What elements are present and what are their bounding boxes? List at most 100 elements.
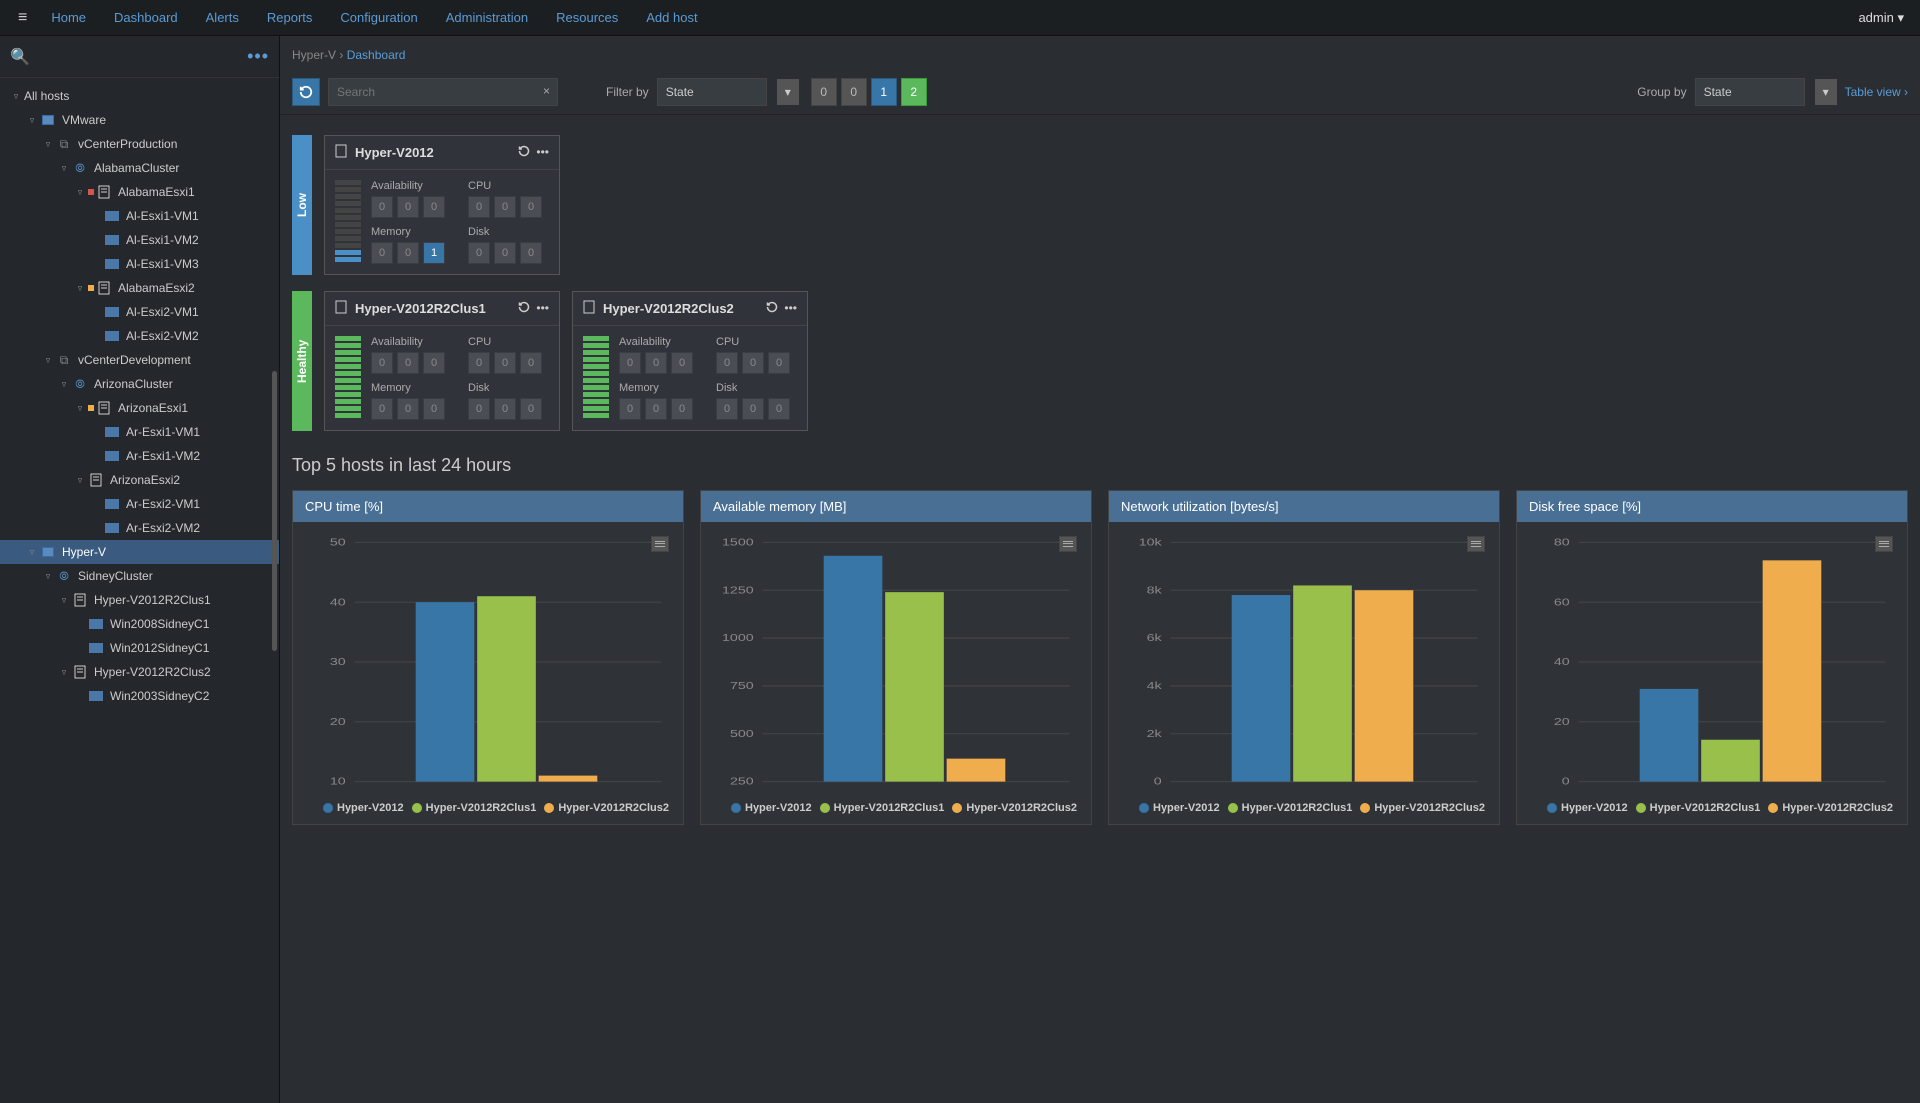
svg-text:4k: 4k (1147, 680, 1163, 692)
card-more-icon[interactable]: ••• (784, 301, 797, 316)
charts-section: Top 5 hosts in last 24 hours CPU time [%… (280, 455, 1920, 825)
mini-bars (335, 180, 361, 264)
nav-home[interactable]: Home (37, 0, 100, 36)
filter-count-badge[interactable]: 0 (841, 78, 867, 106)
svg-text:8k: 8k (1147, 584, 1163, 596)
card-refresh-icon[interactable] (518, 301, 530, 316)
metrics-grid: Availability000CPU000Memory001Disk000 (371, 180, 549, 264)
breadcrumb-leaf[interactable]: Dashboard (347, 48, 406, 62)
nav-administration[interactable]: Administration (432, 0, 542, 36)
nav-alerts[interactable]: Alerts (192, 0, 253, 36)
nav-configuration[interactable]: Configuration (326, 0, 431, 36)
svg-text:60: 60 (1554, 596, 1570, 608)
tree-item-hyper-v2012r2clus1[interactable]: ▿Hyper-V2012R2Clus1 (0, 588, 279, 612)
host-card[interactable]: Hyper-V2012R2Clus1•••Availability000CPU0… (324, 291, 560, 431)
search-input-wrap: × (328, 78, 558, 106)
top-bar: ≡ HomeDashboardAlertsReportsConfiguratio… (0, 0, 1920, 36)
breadcrumb-root[interactable]: Hyper-V (292, 48, 336, 62)
search-input[interactable] (328, 78, 558, 106)
chart-panel: Network utilization [bytes/s]02k4k6k8k10… (1108, 490, 1500, 825)
filter-count-badge[interactable]: 0 (811, 78, 837, 106)
host-card-name: Hyper-V2012 (355, 145, 434, 160)
tree-item-arizonaesxi1[interactable]: ▿ArizonaEsxi1 (0, 396, 279, 420)
charts-row: CPU time [%]1020304050Hyper-V2012Hyper-V… (292, 490, 1908, 825)
host-card[interactable]: Hyper-V2012R2Clus2•••Availability000CPU0… (572, 291, 808, 431)
clear-search-icon[interactable]: × (543, 84, 550, 98)
tree-item-ar-esxi1-vm1[interactable]: Ar-Esxi1-VM1 (0, 420, 279, 444)
filter-by-label: Filter by (606, 85, 649, 99)
chart-title: CPU time [%] (293, 491, 683, 522)
tree-item-win2003sidneyc2[interactable]: Win2003SidneyC2 (0, 684, 279, 708)
legend-item: Hyper-V2012R2Clus1 (820, 802, 945, 814)
refresh-button[interactable] (292, 78, 320, 106)
svg-text:500: 500 (730, 728, 754, 740)
tree-item-win2008sidneyc1[interactable]: Win2008SidneyC1 (0, 612, 279, 636)
host-icon (583, 300, 595, 317)
svg-text:1500: 1500 (722, 536, 754, 548)
svg-text:50: 50 (330, 536, 346, 548)
tree-item-win2012sidneyc1[interactable]: Win2012SidneyC1 (0, 636, 279, 660)
svg-text:6k: 6k (1147, 632, 1163, 644)
table-view-link[interactable]: Table view › (1845, 85, 1908, 99)
chart-title: Network utilization [bytes/s] (1109, 491, 1499, 522)
nav-dashboard[interactable]: Dashboard (100, 0, 192, 36)
tree-item-al-esxi1-vm3[interactable]: Al-Esxi1-VM3 (0, 252, 279, 276)
legend-item: Hyper-V2012R2Clus1 (1636, 802, 1761, 814)
tree-item-vmware[interactable]: ▿VMware (0, 108, 279, 132)
card-more-icon[interactable]: ••• (536, 301, 549, 316)
nav-add-host[interactable]: Add host (632, 0, 711, 36)
card-refresh-icon[interactable] (766, 301, 778, 316)
chart-plot: 020406080 (1527, 532, 1897, 792)
tree-root[interactable]: ▿All hosts (0, 84, 279, 108)
tree-item-al-esxi2-vm2[interactable]: Al-Esxi2-VM2 (0, 324, 279, 348)
menu-icon[interactable]: ≡ (8, 9, 37, 27)
svg-text:1250: 1250 (722, 584, 754, 596)
filter-select[interactable]: State (657, 78, 767, 106)
tree-item-ar-esxi2-vm1[interactable]: Ar-Esxi2-VM1 (0, 492, 279, 516)
user-menu[interactable]: admin ▾ (1858, 10, 1912, 26)
tree-item-vcenterproduction[interactable]: ▿⧉vCenterProduction (0, 132, 279, 156)
filter-count-badge[interactable]: 1 (871, 78, 897, 106)
tree-item-arizonaesxi2[interactable]: ▿ArizonaEsxi2 (0, 468, 279, 492)
host-card[interactable]: Hyper-V2012 ••• Availability000CPU000Memor… (324, 135, 560, 275)
tree-item-sidneycluster[interactable]: ▿⦾SidneyCluster (0, 564, 279, 588)
svg-text:30: 30 (330, 656, 346, 668)
tree-item-arizonacluster[interactable]: ▿⦾ArizonaCluster (0, 372, 279, 396)
nav-resources[interactable]: Resources (542, 0, 632, 36)
chart-menu-icon[interactable] (1875, 536, 1893, 552)
tree-item-alabamaesxi1[interactable]: ▿AlabamaEsxi1 (0, 180, 279, 204)
tree-item-vcenterdevelopment[interactable]: ▿⧉vCenterDevelopment (0, 348, 279, 372)
legend-item: Hyper-V2012 (1547, 802, 1628, 814)
breadcrumb: Hyper-V › Dashboard (280, 36, 1920, 70)
group-select-caret[interactable]: ▾ (1815, 79, 1837, 105)
chart-legend: Hyper-V2012Hyper-V2012R2Clus1Hyper-V2012… (1109, 798, 1499, 824)
chart-menu-icon[interactable] (651, 536, 669, 552)
nav-reports[interactable]: Reports (253, 0, 327, 36)
card-refresh-icon[interactable] (518, 145, 530, 160)
svg-text:40: 40 (1554, 656, 1570, 668)
tree-item-hyper-v2012r2clus2[interactable]: ▿Hyper-V2012R2Clus2 (0, 660, 279, 684)
chart-plot: 02k4k6k8k10k (1119, 532, 1489, 792)
host-icon (335, 144, 347, 161)
status-label-healthy: Healthy (292, 291, 312, 431)
host-tree: ▿All hosts▿VMware▿⧉vCenterProduction▿⦾Al… (0, 78, 279, 714)
card-more-icon[interactable]: ••• (536, 145, 549, 160)
status-row-low: LowHyper-V2012•••Availability000CPU000Me… (292, 135, 1908, 275)
tree-item-ar-esxi2-vm2[interactable]: Ar-Esxi2-VM2 (0, 516, 279, 540)
filter-counts: 0012 (807, 78, 927, 106)
tree-item-al-esxi1-vm2[interactable]: Al-Esxi1-VM2 (0, 228, 279, 252)
tree-item-al-esxi2-vm1[interactable]: Al-Esxi2-VM1 (0, 300, 279, 324)
chart-menu-icon[interactable] (1467, 536, 1485, 552)
filter-select-caret[interactable]: ▾ (777, 79, 799, 105)
sidebar-scrollbar[interactable] (272, 371, 277, 651)
search-icon[interactable]: 🔍 (10, 47, 30, 67)
tree-item-alabamacluster[interactable]: ▿⦾AlabamaCluster (0, 156, 279, 180)
tree-item-alabamaesxi2[interactable]: ▿AlabamaEsxi2 (0, 276, 279, 300)
tree-item-ar-esxi1-vm2[interactable]: Ar-Esxi1-VM2 (0, 444, 279, 468)
sidebar-more-icon[interactable]: ••• (247, 46, 269, 67)
chart-menu-icon[interactable] (1059, 536, 1077, 552)
group-select[interactable]: State (1695, 78, 1805, 106)
filter-count-badge[interactable]: 2 (901, 78, 927, 106)
tree-item-al-esxi1-vm1[interactable]: Al-Esxi1-VM1 (0, 204, 279, 228)
tree-item-hyper-v[interactable]: ▿Hyper-V (0, 540, 279, 564)
